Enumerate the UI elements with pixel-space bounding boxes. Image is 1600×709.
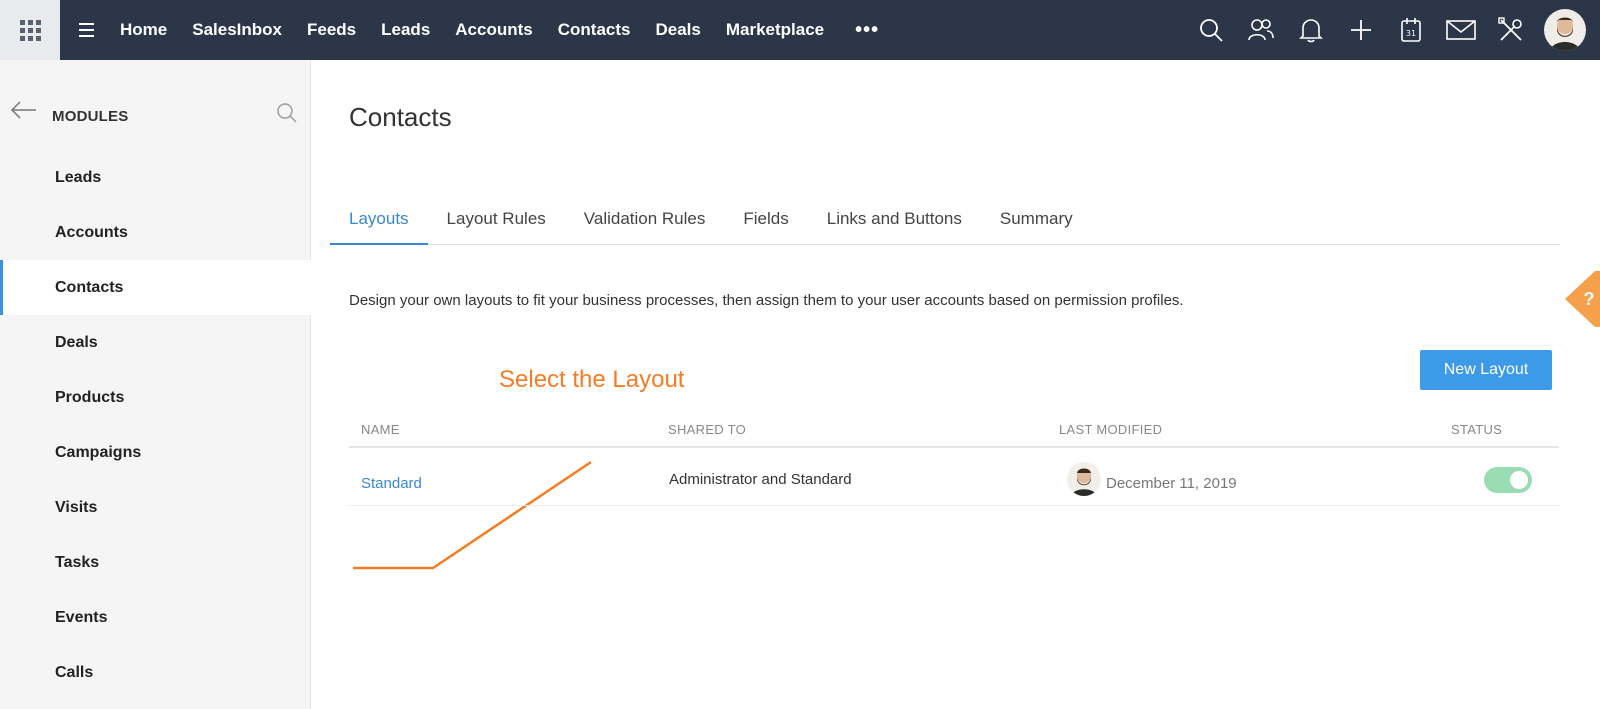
new-layout-button[interactable]: New Layout — [1420, 350, 1552, 390]
back-arrow-icon[interactable] — [10, 100, 38, 125]
sidebar-search-icon[interactable] — [276, 102, 298, 129]
tab-layouts[interactable]: Layouts — [330, 207, 428, 245]
search-icon[interactable] — [1186, 0, 1236, 60]
column-shared-to: SHARED TO — [668, 422, 747, 437]
layouts-description: Design your own layouts to fit your busi… — [349, 292, 1184, 309]
sidebar-item-campaigns[interactable]: Campaigns — [0, 425, 311, 480]
tools-icon[interactable] — [1486, 0, 1536, 60]
tab-layout-rules[interactable]: Layout Rules — [428, 207, 565, 245]
status-toggle[interactable] — [1484, 467, 1532, 493]
modifier-avatar — [1067, 462, 1101, 496]
tab-validation-rules[interactable]: Validation Rules — [565, 207, 725, 245]
tab-fields[interactable]: Fields — [724, 207, 807, 245]
top-actions: 31 — [1186, 0, 1586, 60]
sidebar-item-accounts[interactable]: Accounts — [0, 205, 311, 260]
last-modified-date: December 11, 2019 — [1106, 475, 1237, 492]
svg-text:?: ? — [1584, 289, 1595, 309]
sidebar-item-calls[interactable]: Calls — [0, 645, 311, 700]
settings-tabs: Layouts Layout Rules Validation Rules Fi… — [330, 207, 1560, 245]
calendar-icon[interactable]: 31 — [1386, 0, 1436, 60]
column-name: NAME — [361, 422, 400, 437]
column-last-modified: LAST MODIFIED — [1059, 422, 1163, 437]
users-icon[interactable] — [1236, 0, 1286, 60]
nav-feeds[interactable]: Feeds — [307, 20, 356, 40]
main-content: Contacts Layouts Layout Rules Validation… — [311, 60, 1600, 709]
nav-accounts[interactable]: Accounts — [455, 20, 532, 40]
sidebar-title: MODULES — [52, 108, 129, 125]
tab-links-and-buttons[interactable]: Links and Buttons — [808, 207, 981, 245]
nav-salesinbox[interactable]: SalesInbox — [192, 20, 282, 40]
table-row[interactable]: Standard Administrator and Standard Dece… — [349, 452, 1559, 506]
nav-contacts[interactable]: Contacts — [558, 20, 631, 40]
tab-summary[interactable]: Summary — [981, 207, 1092, 245]
nav-home[interactable]: Home — [120, 20, 167, 40]
sidebar-item-contacts[interactable]: Contacts — [0, 260, 311, 315]
layout-name-link[interactable]: Standard — [361, 475, 422, 492]
page-title: Contacts — [349, 102, 452, 132]
plus-icon[interactable] — [1336, 0, 1386, 60]
grid-icon — [19, 19, 41, 41]
nav-marketplace[interactable]: Marketplace — [726, 20, 824, 40]
column-status: STATUS — [1451, 422, 1503, 437]
sidebar-item-tasks[interactable]: Tasks — [0, 535, 311, 590]
svg-text:31: 31 — [1406, 29, 1416, 38]
sidebar-item-deals[interactable]: Deals — [0, 315, 311, 370]
top-nav-bar: Home SalesInbox Feeds Leads Accounts Con… — [0, 0, 1600, 60]
layouts-table-header: NAME SHARED TO LAST MODIFIED STATUS — [349, 412, 1559, 448]
nav-deals[interactable]: Deals — [655, 20, 700, 40]
sidebar-item-events[interactable]: Events — [0, 590, 311, 645]
help-icon[interactable]: ? — [1565, 271, 1600, 327]
user-avatar[interactable] — [1544, 9, 1586, 51]
module-list: Leads Accounts Contacts Deals Products C… — [0, 150, 311, 700]
modules-sidebar: MODULES Leads Accounts Contacts Deals Pr… — [0, 60, 311, 709]
more-icon[interactable]: ••• — [855, 19, 879, 42]
mail-icon[interactable] — [1436, 0, 1486, 60]
shared-to-value: Administrator and Standard — [669, 471, 852, 488]
sidebar-item-leads[interactable]: Leads — [0, 150, 311, 205]
nav-leads[interactable]: Leads — [381, 20, 430, 40]
sidebar-item-visits[interactable]: Visits — [0, 480, 311, 535]
sidebar-item-products[interactable]: Products — [0, 370, 311, 425]
bell-icon[interactable] — [1286, 0, 1336, 60]
menu-icon[interactable] — [64, 0, 108, 60]
main-nav: Home SalesInbox Feeds Leads Accounts Con… — [120, 19, 879, 42]
apps-grid-button[interactable] — [0, 0, 60, 60]
